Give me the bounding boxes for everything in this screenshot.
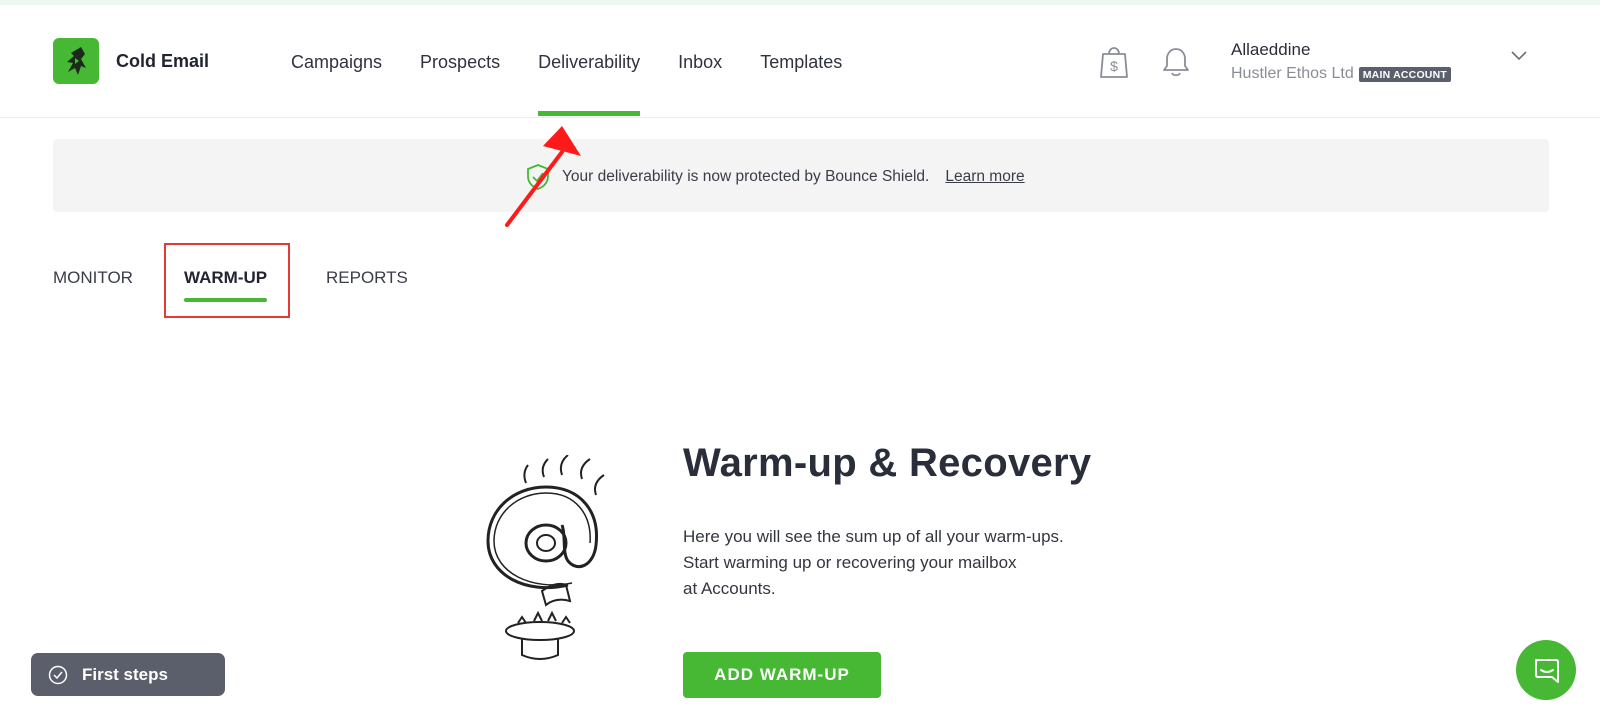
hero-description-line: Here you will see the sum up of all your…: [683, 527, 1064, 546]
hero-title: Warm-up & Recovery: [683, 441, 1092, 485]
company-name: Hustler Ethos Ltd: [1231, 65, 1354, 82]
app-logo[interactable]: [53, 38, 99, 84]
hero-description: Here you will see the sum up of all your…: [683, 524, 1153, 602]
nav-inbox[interactable]: Inbox: [678, 51, 722, 73]
tab-monitor[interactable]: MONITOR: [53, 268, 133, 288]
svg-text:$: $: [1110, 58, 1118, 74]
banner-text: Your deliverability is now protected by …: [562, 168, 930, 185]
bounce-shield-banner: Your deliverability is now protected by …: [53, 139, 1549, 212]
nav-campaigns[interactable]: Campaigns: [291, 51, 382, 73]
tab-reports[interactable]: REPORTS: [326, 268, 408, 288]
chat-launcher-button[interactable]: [1516, 640, 1576, 700]
account-badge: MAIN ACCOUNT: [1358, 66, 1451, 82]
add-warm-up-button[interactable]: ADD WARM-UP: [683, 652, 881, 698]
annotation-arrow: [505, 126, 581, 227]
user-company-row: Hustler Ethos Ltd MAIN ACCOUNT: [1231, 65, 1451, 83]
main-nav: Campaigns Prospects Deliverability Inbox…: [291, 51, 880, 116]
bell-icon: [1163, 48, 1189, 77]
notifications-button[interactable]: [1161, 45, 1191, 79]
nav-deliverability[interactable]: Deliverability: [538, 51, 641, 116]
first-steps-button[interactable]: First steps: [31, 653, 225, 696]
user-name[interactable]: Allaeddine: [1231, 40, 1310, 60]
logo-bird-icon: [67, 47, 86, 75]
account-menu-toggle[interactable]: [1511, 48, 1527, 66]
nav-templates[interactable]: Templates: [760, 51, 842, 73]
hero-description-line: Start warming up or recovering your mail…: [683, 553, 1017, 572]
banner-content: Your deliverability is now protected by …: [526, 163, 1025, 191]
chat-icon: [1535, 659, 1559, 683]
shopping-bag-dollar-icon: $: [1100, 47, 1128, 78]
top-header: Cold Email Campaigns Prospects Deliverab…: [0, 5, 1600, 118]
brand-name: Cold Email: [116, 51, 210, 71]
first-steps-label: First steps: [82, 664, 168, 684]
warm-up-illustration: [486, 455, 605, 660]
chevron-down-icon: [1511, 51, 1527, 61]
annotation-highlight-box: [164, 243, 290, 318]
hero-description-line: at Accounts.: [683, 579, 776, 598]
learn-more-link[interactable]: Learn more: [945, 168, 1024, 186]
nav-prospects[interactable]: Prospects: [420, 51, 500, 73]
check-circle-icon: [48, 665, 68, 685]
billing-button[interactable]: $: [1097, 41, 1131, 81]
